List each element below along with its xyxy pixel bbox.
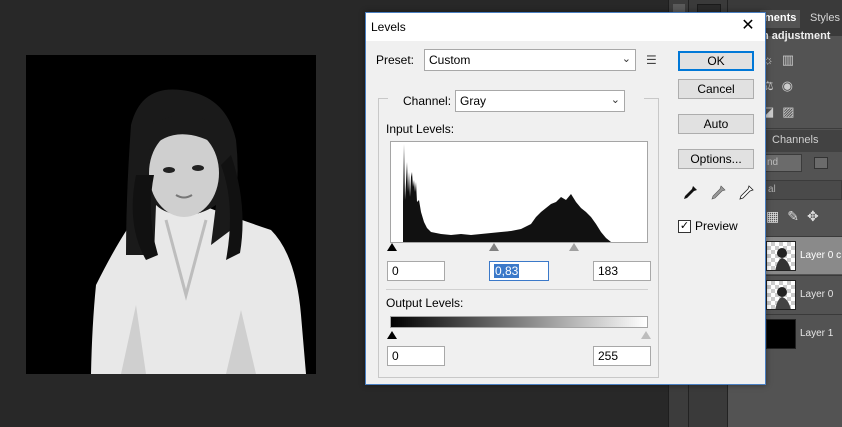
gray-eyedropper-icon[interactable] [710,185,726,201]
image-icon[interactable] [814,157,828,169]
input-gamma-field[interactable]: 0,83 [489,261,549,281]
layer-row[interactable]: Layer 1 [764,314,842,352]
lock-transparency-icon[interactable]: ▦ [766,208,779,228]
preview-label: Preview [695,219,738,233]
preset-options-icon[interactable]: ☰ [646,53,662,67]
move-icon[interactable]: ✥ [807,208,819,228]
black-eyedropper-icon[interactable] [682,185,698,201]
channel-select[interactable]: Gray ⌄ [455,90,625,112]
options-button[interactable]: Options... [678,149,754,169]
input-white-value: 183 [598,264,619,278]
input-black-field[interactable]: 0 [387,261,445,281]
tab-channels[interactable]: Channels [764,130,842,152]
layer-thumbnail [766,318,796,349]
tab-styles[interactable]: Styles [806,10,842,28]
output-black-value: 0 [392,349,399,363]
midtone-slider[interactable] [489,243,499,251]
output-levels-label: Output Levels: [386,296,464,310]
divider [762,128,842,129]
cancel-button[interactable]: Cancel [678,79,754,99]
adjustment-icons-row-3: ◪ ▨ [762,104,842,120]
channel-label: Channel: [403,94,452,108]
gradient-map-icon[interactable]: ▨ [782,104,794,120]
close-icon[interactable]: ✕ [739,17,757,35]
adjustment-icons-row-1: ☼ ▥ [762,52,842,68]
output-black-slider[interactable] [387,331,397,339]
auto-button[interactable]: Auto [678,114,754,134]
portrait-image [26,55,316,374]
layer-thumbnail [766,279,796,310]
ok-button[interactable]: OK [678,51,754,71]
photo-filter-icon[interactable]: ◉ [782,78,793,94]
histogram [390,141,648,243]
layer-row[interactable]: Layer 0 c [764,236,842,274]
preset-label: Preset: [376,53,415,67]
layer-row[interactable]: Layer 0 [764,275,842,313]
output-white-slider[interactable] [641,331,651,339]
adjustment-icons-row-2: ⚖ ◉ [762,78,842,94]
adjustments-subtitle: n adjustment [762,30,831,42]
dialog-title: Levels [371,20,406,34]
tab-adjustments[interactable]: ments [760,10,801,28]
layer-name[interactable]: Layer 1 [800,328,833,339]
white-point-slider[interactable] [569,243,579,251]
preview-checkbox[interactable]: ✓ [678,220,691,233]
levels-icon[interactable]: ▥ [782,52,794,68]
chevron-down-icon: ⌄ [610,94,620,106]
output-white-field[interactable]: 255 [593,346,651,366]
output-white-value: 255 [598,349,619,363]
black-point-slider[interactable] [387,243,397,251]
document-image[interactable] [26,55,316,374]
layer-name[interactable]: Layer 0 c [800,250,841,261]
dialog-titlebar[interactable]: Levels ✕ [366,13,765,41]
input-gamma-value: 0,83 [494,264,520,278]
preset-value: Custom [429,53,471,67]
output-black-field[interactable]: 0 [387,346,445,366]
chevron-down-icon: ⌄ [621,53,631,65]
input-white-field[interactable]: 183 [593,261,651,281]
input-levels-label: Input Levels: [386,122,455,136]
white-eyedropper-icon[interactable] [738,185,754,201]
input-black-value: 0 [392,264,399,278]
layer-thumbnail [766,240,796,271]
lock-icons: ▦ ✎ ✥ [764,208,842,228]
layer-name[interactable]: Layer 0 [800,289,833,300]
brush-icon[interactable]: ✎ [787,208,799,228]
channel-value: Gray [460,94,487,108]
blend-mode-select[interactable]: nd [764,154,802,172]
preset-select[interactable]: Custom ⌄ [424,49,636,71]
histogram-graph [403,144,611,242]
opacity-select[interactable]: al [764,180,842,200]
output-gradient [390,316,648,328]
divider [386,289,648,290]
levels-dialog: Levels ✕ Preset: Custom ⌄ ☰ Channel: Gra… [365,12,766,385]
strip-handle[interactable] [673,4,685,12]
